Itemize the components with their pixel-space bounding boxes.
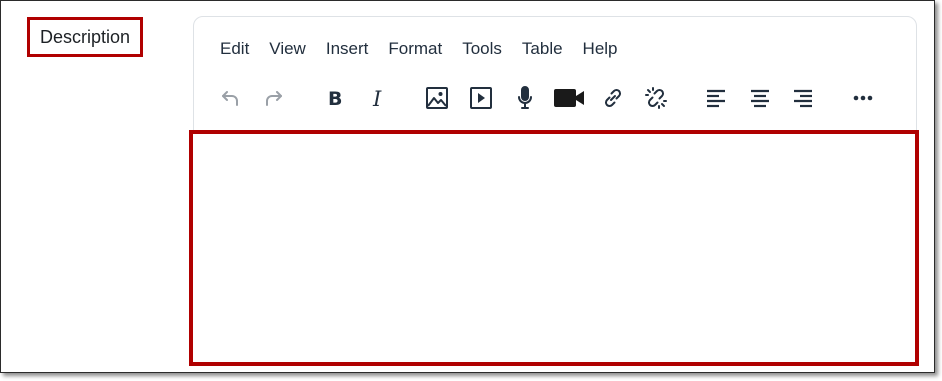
editor-content-area[interactable]	[189, 130, 919, 366]
align-right-icon	[794, 89, 812, 108]
align-left-button[interactable]	[698, 79, 734, 117]
unlink-button[interactable]	[638, 79, 674, 117]
image-button[interactable]	[419, 79, 455, 117]
menu-insert[interactable]: Insert	[316, 37, 379, 61]
align-left-icon	[707, 89, 725, 108]
more-icon	[853, 95, 873, 101]
microphone-icon	[518, 86, 532, 109]
undo-button[interactable]	[212, 79, 248, 117]
link-button[interactable]	[595, 79, 631, 117]
undo-icon	[222, 91, 238, 106]
redo-icon	[266, 91, 282, 106]
more-button[interactable]	[845, 79, 881, 117]
align-center-button[interactable]	[742, 79, 778, 117]
redo-button[interactable]	[256, 79, 292, 117]
menu-table[interactable]: Table	[512, 37, 573, 61]
italic-icon: I	[372, 87, 382, 110]
description-label: Description	[39, 26, 131, 47]
video-camera-icon	[554, 89, 584, 107]
menu-view[interactable]: View	[259, 37, 316, 61]
description-label-highlight: Description	[27, 17, 143, 57]
italic-button[interactable]: I	[360, 79, 396, 117]
svg-text:I: I	[372, 87, 382, 110]
record-audio-button[interactable]	[507, 79, 543, 117]
record-video-button[interactable]	[551, 79, 587, 117]
menu-edit[interactable]: Edit	[210, 37, 259, 61]
bold-button[interactable]: B	[317, 79, 353, 117]
link-icon	[604, 88, 622, 108]
svg-text:B: B	[328, 88, 342, 110]
media-icon	[470, 87, 492, 109]
menu-format[interactable]: Format	[378, 37, 452, 61]
unlink-icon	[645, 87, 667, 109]
toolbar: B I	[194, 79, 916, 117]
menubar: Edit View Insert Format Tools Table Help	[210, 37, 628, 61]
media-button[interactable]	[463, 79, 499, 117]
align-center-icon	[751, 89, 769, 108]
align-right-button[interactable]	[785, 79, 821, 117]
bold-icon: B	[328, 88, 342, 110]
image-icon	[426, 87, 448, 109]
menu-tools[interactable]: Tools	[452, 37, 512, 61]
menu-help[interactable]: Help	[573, 37, 628, 61]
